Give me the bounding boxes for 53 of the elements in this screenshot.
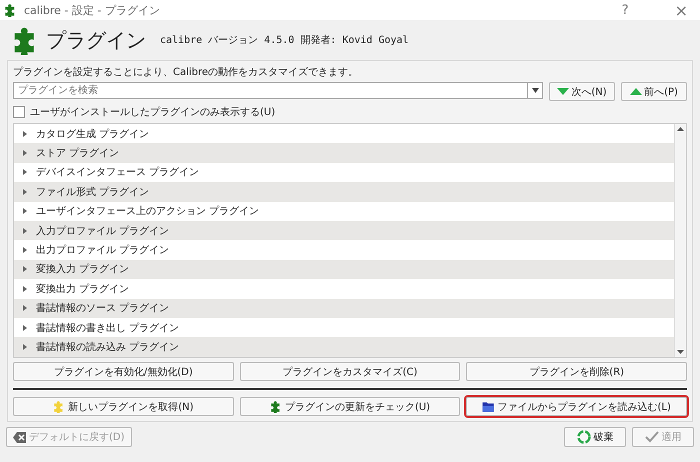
scroll-down-icon <box>677 350 684 354</box>
help-button[interactable]: ? <box>614 2 637 18</box>
nav-button[interactable]: 前へ(P) <box>621 82 687 101</box>
window-title: calibre - 設定 - プラグイン <box>24 2 160 18</box>
action-button[interactable]: プラグインを有効化/無効化(D) <box>13 362 234 381</box>
nav-button[interactable]: 次へ(N) <box>549 82 615 101</box>
down-arrow-icon <box>557 88 570 95</box>
version-text: calibre バージョン 4.5.0 開発者: Kovid Goyal <box>160 34 409 47</box>
close-button[interactable]: × <box>666 0 696 20</box>
expand-icon <box>22 286 28 292</box>
expand-icon <box>22 208 28 214</box>
tree-item[interactable]: ファイル形式 プラグイン <box>14 182 674 202</box>
expand-icon <box>22 130 28 137</box>
expand-icon <box>22 169 28 176</box>
tree-item[interactable]: 書誌情報の書き出し プラグイン <box>14 318 674 338</box>
checkbox-label: ユーザがインストールしたプラグインのみ表示する(U) <box>30 106 276 119</box>
tree-item[interactable]: 変換入力 プラグイン <box>14 260 674 280</box>
expand-icon <box>22 344 28 350</box>
expand-icon <box>22 150 28 156</box>
folder-icon <box>482 400 496 413</box>
recycle-icon <box>576 430 590 444</box>
tree-item[interactable]: デバイスインタフェース プラグイン <box>14 162 674 182</box>
expand-icon <box>22 247 28 254</box>
expand-icon <box>22 228 28 234</box>
expand-icon <box>22 324 28 331</box>
page-title: プラグイン <box>46 26 146 54</box>
scroll-up-icon <box>677 127 684 131</box>
checkbox[interactable] <box>13 106 25 118</box>
action-button[interactable]: プラグインを削除(R) <box>466 362 688 381</box>
dropdown-button[interactable] <box>527 82 543 99</box>
plugin-button[interactable]: 新しいプラグインを取得(N) <box>13 397 234 416</box>
checkmark-icon <box>644 431 658 443</box>
clear-icon <box>13 432 26 442</box>
expand-icon <box>22 305 28 312</box>
tree-item[interactable]: 書誌情報のソース プラグイン <box>14 298 674 318</box>
tree-item[interactable]: ストア プラグイン <box>14 143 674 163</box>
expand-icon <box>22 188 28 195</box>
search-field[interactable]: プラグインを検索 <box>13 82 527 99</box>
tree-item[interactable]: カタログ生成 プラグイン <box>14 124 674 144</box>
description-text: プラグインを設定することにより、Calibreの動作をカスタマイズできます。 <box>13 66 360 79</box>
action-button[interactable]: プラグインをカスタマイズ(C) <box>240 362 460 381</box>
plugin-button[interactable]: ファイルからプラグインを読み込む(L) <box>466 397 688 416</box>
tree-item[interactable]: 入力プロファイル プラグイン <box>14 220 674 240</box>
discard-button[interactable]: 破棄 <box>564 427 626 447</box>
plugin-button[interactable]: プラグインの更新をチェック(U) <box>240 397 460 416</box>
dropdown-icon <box>532 88 538 93</box>
tree-item[interactable]: ユーザインタフェース上のアクション プラグイン <box>14 202 674 221</box>
tree-item[interactable]: 出力プロファイル プラグイン <box>14 240 674 260</box>
scrollbar[interactable] <box>674 124 686 357</box>
tree-item[interactable]: 変換出力 プラグイン <box>14 279 674 299</box>
up-arrow-icon <box>630 88 642 95</box>
expand-icon <box>22 266 28 272</box>
tree-item[interactable]: 書誌情報の読み込み プラグイン <box>14 337 674 357</box>
